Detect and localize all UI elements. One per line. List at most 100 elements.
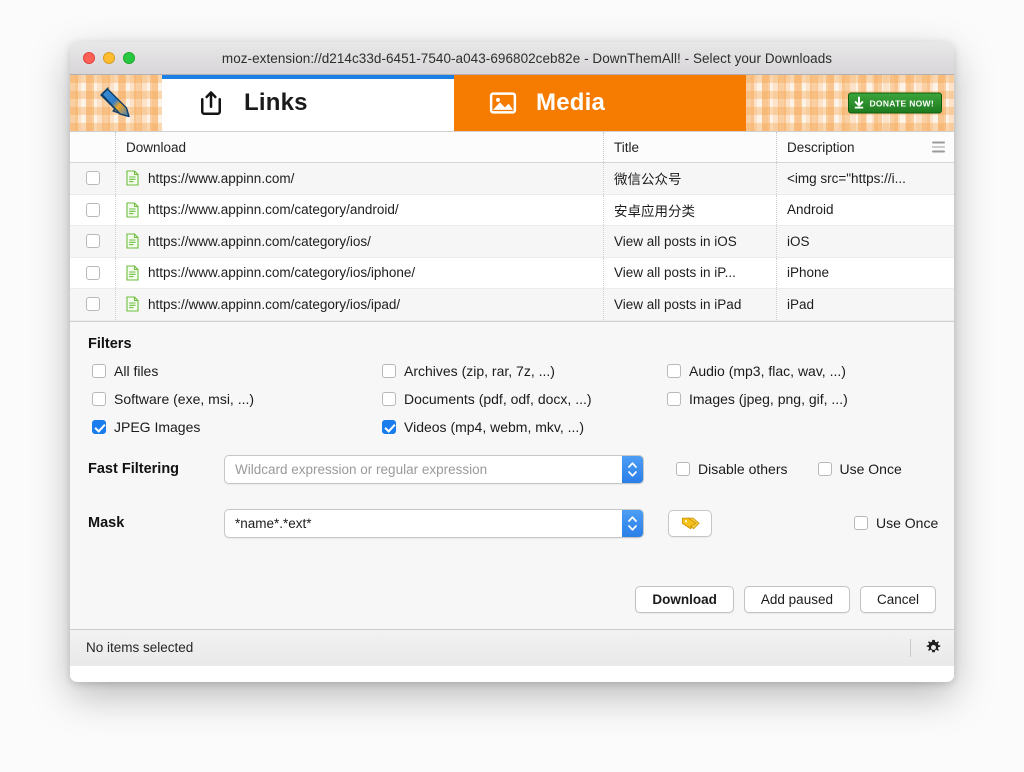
row-checkbox-cell[interactable] [70, 163, 116, 194]
filter-videos[interactable]: Videos (mp4, webm, mkv, ...) [382, 419, 667, 435]
table-row[interactable]: https://www.appinn.com/category/ios/ipho… [70, 257, 954, 289]
row-download-cell: https://www.appinn.com/ [116, 163, 604, 194]
fast-filtering-stepper[interactable] [622, 455, 643, 483]
filter-archives[interactable]: Archives (zip, rar, 7z, ...) [382, 363, 667, 379]
filter-audio[interactable]: Audio (mp3, flac, wav, ...) [667, 363, 954, 379]
row-checkbox[interactable] [85, 234, 100, 249]
table-row[interactable]: https://www.appinn.com/ 微信公众号 <img src="… [70, 163, 954, 195]
row-checkbox[interactable] [85, 297, 100, 312]
download-button[interactable]: Download [635, 585, 734, 613]
row-checkbox-cell[interactable] [70, 257, 116, 288]
status-text: No items selected [86, 640, 194, 655]
filters-panel: Filters All files Archives (zip, rar, 7z… [70, 320, 954, 629]
fast-filtering-options: Disable others Use Once [676, 461, 902, 477]
filter-jpeg-images-label: JPEG Images [114, 418, 201, 435]
mask-options: Use Once [854, 515, 938, 531]
tab-media-label: Media [536, 89, 606, 116]
row-checkbox[interactable] [85, 265, 100, 280]
close-window-button[interactable] [83, 52, 95, 64]
filter-software[interactable]: Software (exe, msi, ...) [92, 391, 382, 407]
mask-use-once-label: Use Once [876, 515, 939, 531]
filter-videos-checkbox[interactable] [382, 419, 396, 434]
fast-filtering-label: Fast Filtering [88, 461, 180, 477]
document-icon [126, 170, 139, 186]
filter-archives-checkbox[interactable] [382, 363, 396, 378]
disable-others-option[interactable]: Disable others [676, 461, 788, 477]
disable-others-checkbox[interactable] [676, 462, 690, 476]
mask-row: Mask *name*.*ext* Use Once [70, 508, 954, 538]
filter-archives-label: Archives (zip, rar, 7z, ...) [404, 362, 555, 379]
document-icon [126, 202, 139, 218]
row-checkbox[interactable] [85, 171, 100, 186]
tab-links-label: Links [244, 89, 308, 116]
filter-documents[interactable]: Documents (pdf, odf, docx, ...) [382, 391, 667, 407]
column-header-title[interactable]: Title [604, 132, 777, 162]
filter-all-files-checkbox[interactable] [92, 363, 106, 378]
row-description-cell: Android [787, 202, 834, 218]
filter-all-files[interactable]: All files [92, 363, 382, 379]
table-header-row: Download Title Description [70, 132, 954, 163]
row-download-cell: https://www.appinn.com/category/ios/ipho… [116, 257, 604, 288]
fast-filtering-use-once-option[interactable]: Use Once [817, 461, 902, 477]
minimize-window-button[interactable] [103, 52, 115, 64]
fast-filtering-combobox[interactable]: Wildcard expression or regular expressio… [224, 454, 644, 484]
column-options-icon[interactable] [932, 141, 945, 153]
table-row[interactable]: https://www.appinn.com/category/ios/ipad… [70, 289, 954, 321]
row-checkbox-cell[interactable] [70, 194, 116, 225]
row-title-cell: View all posts in iP... [604, 257, 777, 288]
row-title-cell: View all posts in iPad [604, 289, 777, 320]
zoom-window-button[interactable] [123, 52, 135, 64]
filter-jpeg-images-checkbox[interactable] [92, 419, 106, 434]
mask-tag-button[interactable] [668, 509, 712, 537]
chevron-up-icon [628, 515, 637, 522]
column-header-description[interactable]: Description [777, 132, 954, 162]
row-checkbox-cell[interactable] [70, 226, 116, 257]
row-download-url: https://www.appinn.com/category/ios/ [148, 233, 371, 249]
chevron-down-icon [628, 470, 637, 477]
fast-filtering-use-once-checkbox[interactable] [817, 462, 832, 476]
row-description-cell: iOS [787, 233, 810, 249]
document-icon [126, 265, 139, 281]
fast-filtering-row: Fast Filtering Wildcard expression or re… [70, 454, 954, 484]
filter-jpeg-images[interactable]: JPEG Images [92, 419, 382, 435]
donate-now-button[interactable]: DONATE NOW! [848, 92, 942, 114]
downthemall-window: moz-extension://d214c33d-6451-7540-a043-… [70, 42, 954, 682]
mask-input[interactable]: *name*.*ext* [225, 516, 622, 531]
filter-audio-label: Audio (mp3, flac, wav, ...) [689, 362, 846, 379]
filter-images[interactable]: Images (jpeg, png, gif, ...) [667, 391, 954, 407]
mask-stepper[interactable] [622, 509, 643, 537]
mask-use-once-checkbox[interactable] [854, 516, 868, 530]
row-description-cell: iPhone [787, 265, 830, 281]
chevron-down-icon [628, 524, 637, 531]
downthemall-logo-icon [100, 87, 130, 118]
screen: moz-extension://d214c33d-6451-7540-a043-… [0, 0, 1024, 772]
table-row[interactable]: https://www.appinn.com/category/android/… [70, 194, 954, 226]
filter-images-checkbox[interactable] [667, 391, 681, 406]
tab-media[interactable]: Media [454, 75, 746, 131]
filter-documents-checkbox[interactable] [382, 391, 396, 406]
fast-filtering-use-once-label: Use Once [839, 461, 902, 477]
document-icon [126, 296, 139, 312]
app-logo-pane [70, 75, 162, 131]
tab-links[interactable]: Links [162, 75, 454, 131]
row-download-url: https://www.appinn.com/category/android/ [148, 202, 399, 218]
row-description-cell: iPad [787, 296, 815, 312]
row-checkbox[interactable] [85, 202, 100, 217]
table-row[interactable]: https://www.appinn.com/category/ios/ Vie… [70, 226, 954, 258]
column-header-download[interactable]: Download [116, 132, 604, 162]
filter-software-checkbox[interactable] [92, 391, 106, 406]
add-paused-button[interactable]: Add paused [743, 585, 850, 613]
filters-heading: Filters [88, 335, 132, 352]
disable-others-label: Disable others [698, 461, 788, 477]
fast-filtering-input[interactable]: Wildcard expression or regular expressio… [225, 462, 622, 477]
filter-audio-checkbox[interactable] [667, 363, 681, 378]
select-all-header-cell[interactable] [70, 132, 116, 162]
filter-documents-label: Documents (pdf, odf, docx, ...) [404, 390, 592, 407]
row-checkbox-cell[interactable] [70, 289, 116, 320]
gear-icon[interactable] [925, 639, 942, 656]
row-title-cell: 微信公众号 [604, 163, 777, 194]
mask-combobox[interactable]: *name*.*ext* [224, 508, 644, 538]
mask-use-once-option[interactable]: Use Once [854, 515, 938, 531]
row-download-url: https://www.appinn.com/category/ios/ipho… [148, 265, 416, 281]
cancel-button[interactable]: Cancel [859, 585, 936, 613]
